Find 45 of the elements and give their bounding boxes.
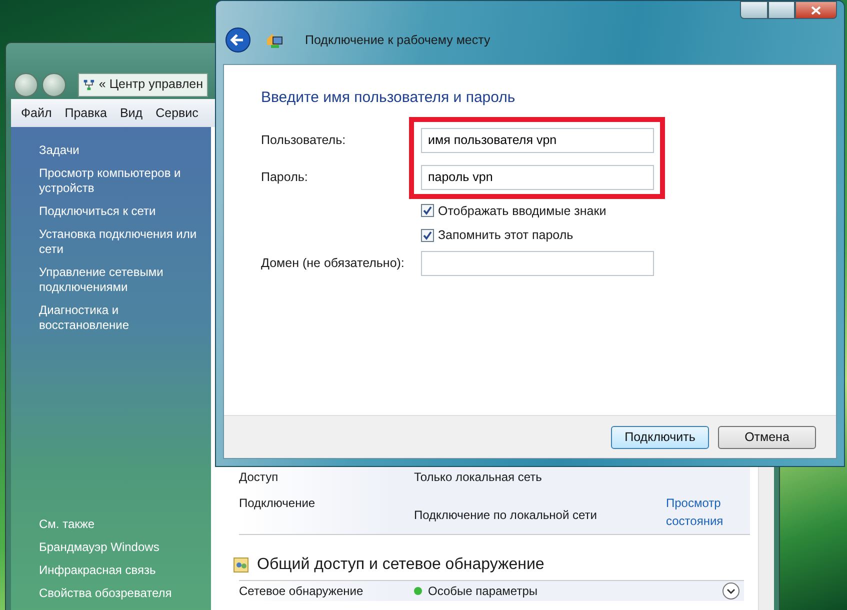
sharing-icon <box>233 557 249 573</box>
menu-item[interactable]: Файл <box>21 104 52 122</box>
dialog-button[interactable]: Отмена <box>718 426 816 448</box>
checkbox[interactable] <box>421 204 434 218</box>
task-link[interactable]: Просмотр компьютеров и устройств <box>39 166 201 196</box>
task-link[interactable]: Управление сетевыми подключениями <box>39 265 201 295</box>
view-status-link[interactable]: Просмотр состояния <box>666 494 736 530</box>
detail-label: Доступ <box>239 469 280 486</box>
checkbox[interactable] <box>421 229 434 242</box>
task-link[interactable]: Установка подключения или сети <box>39 227 201 257</box>
close-button[interactable] <box>795 1 837 19</box>
forward-button[interactable] <box>42 72 66 96</box>
menu-item[interactable]: Правка <box>64 104 107 122</box>
detail-label: Подключение <box>239 495 316 512</box>
tasks-heading: Задачи <box>39 143 80 158</box>
input-field[interactable]: пароль vpn <box>421 164 654 190</box>
maximize-button[interactable] <box>768 1 795 19</box>
menu-item[interactable]: Сервис <box>156 104 198 122</box>
detail-value: Подключение по локальной сети <box>414 507 598 524</box>
detail-value: Только локальная сеть <box>414 469 543 486</box>
workplace-network-icon <box>265 31 283 49</box>
close-icon <box>811 6 821 16</box>
address-bar[interactable]: « Центр управлен <box>78 72 208 96</box>
expand-icon[interactable] <box>722 582 740 600</box>
dialog-button[interactable]: Подключить <box>611 426 709 448</box>
field-label: Домен (не обязательно): <box>261 255 406 272</box>
setting-label: Сетевое обнаружение <box>239 583 364 600</box>
checkbox-label[interactable]: Запомнить этот пароль <box>438 226 574 245</box>
input-field[interactable]: имя пользователя vpn <box>421 128 654 152</box>
checkbox-label[interactable]: Отображать вводимые знаки <box>438 202 606 220</box>
task-link[interactable]: Подключиться к сети <box>39 204 201 219</box>
see-also-heading: См. также <box>39 517 96 532</box>
minimize-button[interactable] <box>740 1 768 19</box>
field-label: Пользователь: <box>261 132 347 149</box>
section-title: Общий доступ и сетевое обнаружение <box>257 555 544 575</box>
menu-item[interactable]: Вид <box>120 104 143 122</box>
dialog-title: Подключение к рабочему месту <box>305 32 490 49</box>
task-link[interactable]: Диагностика и восстановление <box>39 303 201 333</box>
dialog-heading: Введите имя пользователя и пароль <box>261 88 516 108</box>
setting-value: Особые параметры <box>428 583 538 600</box>
input-field[interactable] <box>421 251 654 276</box>
field-label: Пароль: <box>261 168 309 186</box>
network-icon <box>83 78 95 92</box>
back-button[interactable] <box>14 72 38 96</box>
back-icon[interactable] <box>225 27 251 53</box>
